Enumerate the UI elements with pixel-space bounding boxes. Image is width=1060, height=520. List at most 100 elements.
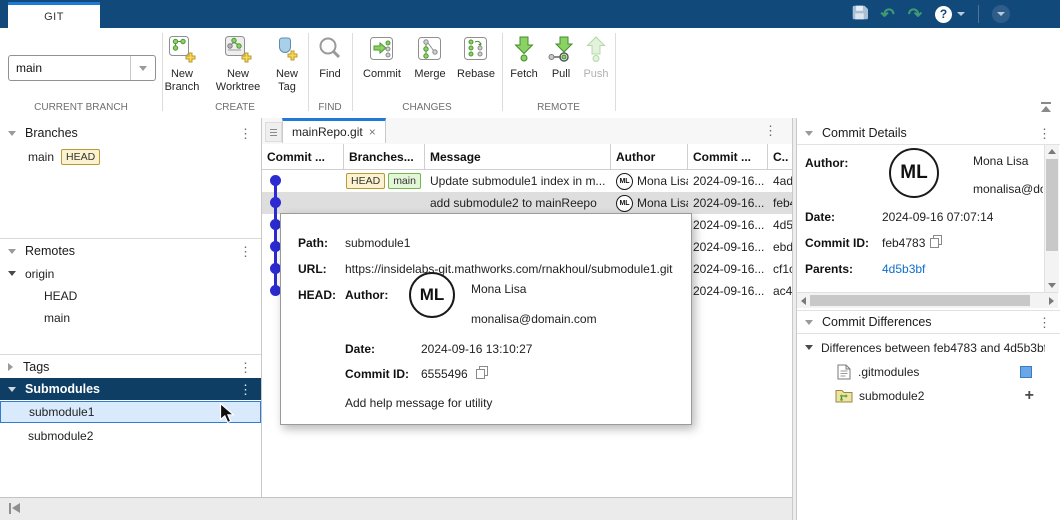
find-label: Find [319,68,340,81]
collapse-caret-icon[interactable] [805,131,813,136]
pull-button[interactable]: Pull [544,35,578,81]
fetch-button[interactable]: Fetch [504,35,544,81]
section-label-find: FIND [308,102,352,113]
new-tag-label: New Tag [268,68,306,94]
commit-button[interactable]: Commit [356,35,408,81]
differences-root-node[interactable]: Differences between feb4783 and 4d5b3bf [797,336,1060,359]
rebase-button[interactable]: Rebase [452,35,500,81]
tags-menu-icon[interactable] [239,361,252,374]
commit-differences-menu-icon[interactable] [1038,316,1051,329]
branches-section-header[interactable]: Branches [0,122,261,144]
current-branch-combo[interactable]: main [8,55,156,81]
collapse-caret-icon[interactable] [8,131,16,136]
path-label: Path: [298,236,328,250]
remote-name: origin [25,267,54,281]
modified-status-icon [1020,366,1032,378]
author-name: Mona Lisa [471,282,526,296]
parent-commit-link[interactable]: 4d5b3bf [882,262,925,276]
bottom-scroll-strip[interactable] [0,497,792,520]
commit-id-label: Commit ID: [345,367,409,381]
tab-bar-menu-icon[interactable] [764,124,777,137]
merge-icon [416,35,444,66]
commit-details-header[interactable]: Commit Details [797,122,1060,145]
new-worktree-icon [224,35,252,66]
main-badge: main [388,173,421,189]
branch-item-main[interactable]: main HEAD [0,146,261,167]
vertical-scrollbar[interactable] [1044,145,1059,292]
commit-graph-node[interactable] [270,175,281,186]
undo-icon[interactable] [881,6,895,23]
section-divider [0,238,261,239]
toolstrip-tab-git[interactable]: GIT [8,2,100,28]
close-icon[interactable]: × [369,125,376,139]
commit-message: add submodule2 to mainReepo [425,196,611,210]
redo-icon[interactable] [908,6,922,23]
expand-caret-icon[interactable] [8,271,16,276]
column-header-branches[interactable]: Branches... [344,144,425,169]
date-label: Date: [805,210,835,224]
file-name: .gitmodules [858,365,919,379]
new-branch-label: New Branch [156,68,208,94]
column-header-author[interactable]: Author [611,144,688,169]
expand-caret-icon[interactable] [8,363,13,371]
collapse-toolstrip-icon[interactable] [1040,102,1052,112]
file-icon [837,364,851,380]
added-status-icon: + [1025,388,1034,404]
copy-icon[interactable] [930,235,942,248]
tags-section-header[interactable]: Tags [0,356,261,378]
new-worktree-button[interactable]: New Worktree [208,35,268,94]
quick-access-toolbar: ? [851,0,1011,28]
new-worktree-label: New Worktree [208,68,268,94]
remote-branch-main[interactable]: main [0,307,261,328]
new-branch-button[interactable]: New Branch [156,35,208,94]
author-name: Mona Lisa [637,174,688,188]
copy-icon[interactable] [476,366,488,379]
branches-menu-icon[interactable] [239,127,252,140]
toolbar-separator [978,5,979,23]
remote-item-origin[interactable]: origin [0,263,261,284]
remotes-title: Remotes [25,244,75,258]
submodules-section-header[interactable]: Submodules [0,378,261,400]
section-separator [308,33,309,111]
commit-differences-header[interactable]: Commit Differences [797,310,1060,334]
commit-details-menu-icon[interactable] [1038,127,1051,140]
save-icon[interactable] [851,4,868,24]
commit-icon [368,35,396,66]
commit-id-label: Commit ID: [805,236,869,250]
commit-graph-node[interactable] [270,197,281,208]
author-label: Author: [805,156,848,170]
horizontal-scrollbar[interactable] [797,292,1058,308]
column-header-commit-id[interactable]: C.. [768,144,792,169]
toolbar-overflow-button[interactable] [992,5,1010,23]
collapse-caret-icon[interactable] [8,387,16,392]
combo-dropdown-button[interactable] [130,56,155,80]
collapse-caret-icon[interactable] [8,249,16,254]
collapse-caret-icon[interactable] [805,320,813,325]
push-icon [583,35,609,66]
tab-bar-grip-icon[interactable] [265,122,282,142]
submodules-menu-icon[interactable] [239,383,252,396]
remote-branch-name: HEAD [44,289,77,303]
commit-id: feb4 [768,196,792,210]
column-header-message[interactable]: Message [425,144,611,169]
submodule-item-2[interactable]: submodule2 [0,425,261,446]
collapse-left-icon[interactable] [9,503,21,514]
diff-file-submodule2[interactable]: submodule2 + [797,384,1060,407]
find-button[interactable]: Find [310,35,350,81]
pull-label: Pull [552,68,570,81]
remotes-section-header[interactable]: Remotes [0,240,261,262]
column-header-date[interactable]: Commit ... [688,144,768,169]
section-label-current-branch: CURRENT BRANCH [0,102,162,113]
commit-row[interactable]: HEAD main Update submodule1 index in m..… [262,170,792,192]
remotes-menu-icon[interactable] [239,245,252,258]
commit-row-selected[interactable]: add submodule2 to mainReepo ML Mona Lisa… [262,192,792,214]
column-header-graph[interactable]: Commit ... [262,144,344,169]
new-branch-icon [168,35,196,66]
tab-mainrepo[interactable]: mainRepo.git × [282,118,386,143]
collapse-caret-icon[interactable] [805,345,813,350]
merge-button[interactable]: Merge [408,35,452,81]
diff-file-gitmodules[interactable]: .gitmodules [797,360,1060,383]
remote-branch-head[interactable]: HEAD [0,285,261,306]
help-button[interactable]: ? [935,6,965,23]
new-tag-button[interactable]: New Tag [268,35,306,94]
